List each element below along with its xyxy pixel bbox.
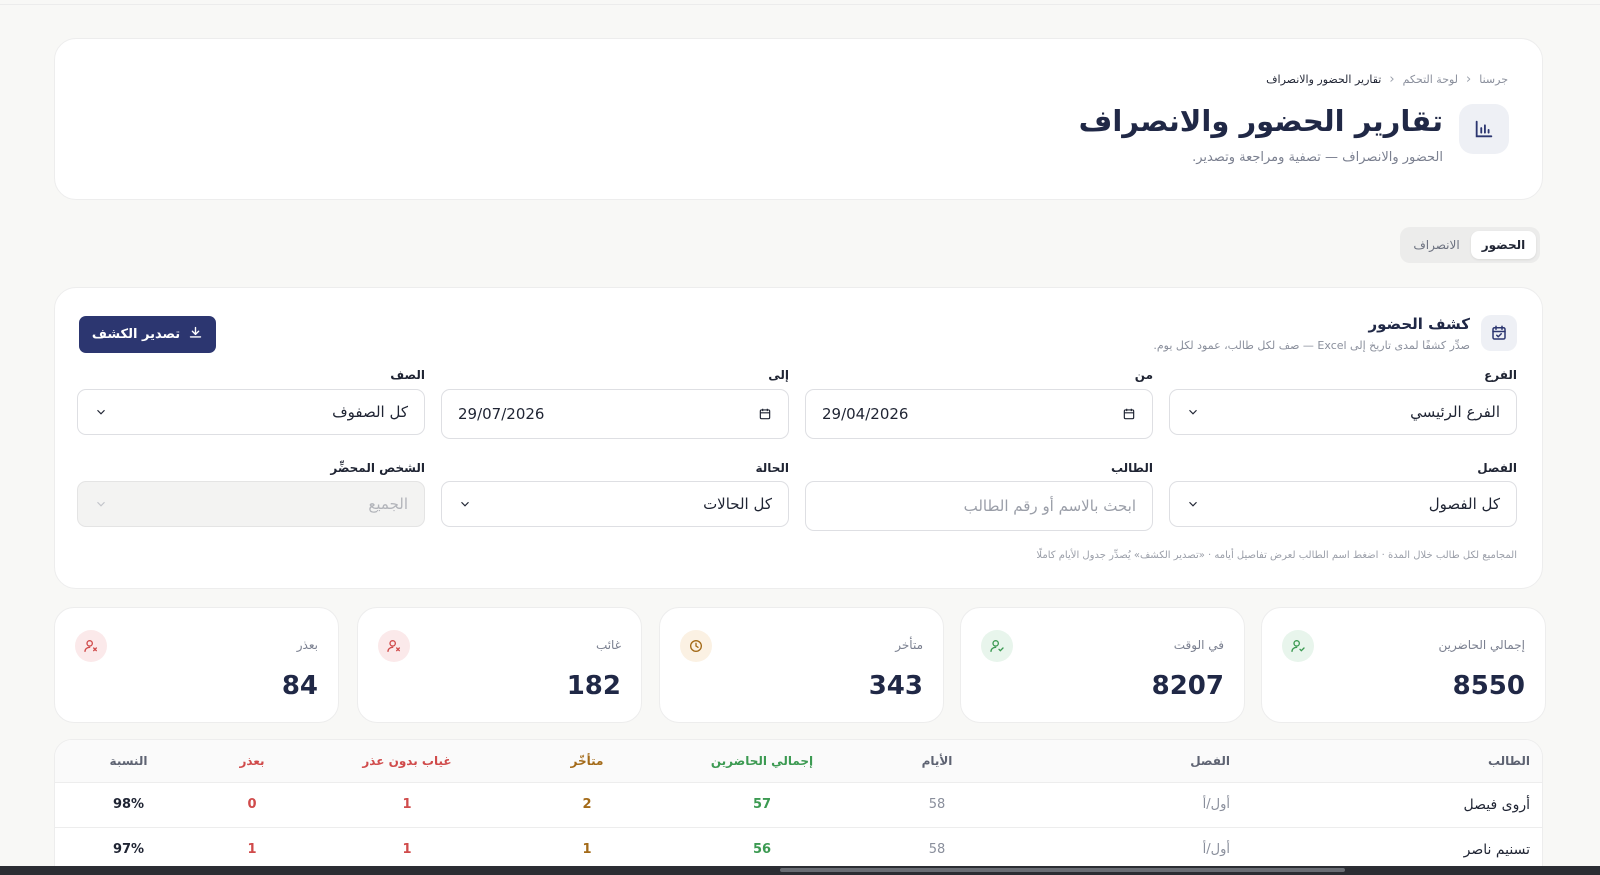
col-excused[interactable]: بعذر	[202, 740, 302, 783]
classroom-cell: أول/أ	[1012, 782, 1242, 828]
attendance-sheet-card: كشف الحضور صدِّر كشفًا لمدى تاريخ إلى Ex…	[54, 287, 1543, 589]
stat-card-late: متأخر 343	[659, 607, 944, 723]
stat-label: إجمالي الحاضرين	[1438, 638, 1526, 652]
table-header-row: الطالب الفصل الأيام إجمالي الحاضرين متأخ…	[55, 740, 1542, 783]
student-name[interactable]: أروى فيصل	[1242, 782, 1542, 828]
stat-label: متأخر	[895, 638, 923, 652]
attendance-table: الطالب الفصل الأيام إجمالي الحاضرين متأخ…	[55, 740, 1542, 873]
to-date-input[interactable]: 29/07/2026	[441, 389, 789, 439]
stat-value: 182	[566, 671, 621, 701]
col-student[interactable]: الطالب	[1242, 740, 1542, 783]
calendar-icon[interactable]	[1122, 407, 1136, 421]
report-type-tabs: الحضور الانصراف	[1400, 227, 1540, 263]
col-rate[interactable]: النسبة	[55, 740, 202, 783]
days-cell: 58	[862, 782, 1012, 828]
recorder-label: الشخص المحضِّر	[330, 461, 425, 475]
stat-value: 8550	[1452, 671, 1525, 701]
tab-departure[interactable]: الانصراف	[1404, 231, 1469, 259]
col-present[interactable]: إجمالي الحاضرين	[662, 740, 862, 783]
recorder-select-value: الجميع	[368, 495, 408, 513]
col-absent[interactable]: غياب بدون عذر	[302, 740, 512, 783]
user-x-icon	[75, 630, 107, 662]
breadcrumb-item-dashboard[interactable]: لوحة التحكم	[1403, 73, 1458, 86]
col-late[interactable]: متأخّر	[512, 740, 662, 783]
stat-label: بعذر	[296, 638, 318, 652]
stat-card-on-time: في الوقت 8207	[960, 607, 1245, 723]
export-sheet-button[interactable]: تصدير الكشف	[79, 316, 216, 353]
grade-select-value: كل الصفوف	[332, 403, 408, 421]
rate-cell: 98%	[55, 782, 202, 828]
section-title: كشف الحضور	[1368, 315, 1470, 333]
stat-value: 343	[868, 671, 923, 701]
stat-card-absent: غائب 182	[357, 607, 642, 723]
stat-value: 8207	[1151, 671, 1224, 701]
breadcrumb: جرسنا ‹ لوحة التحكم ‹ تقارير الحضور والا…	[1266, 72, 1508, 87]
stat-card-total-present: إجمالي الحاضرين 8550	[1261, 607, 1546, 723]
user-check-icon	[981, 630, 1013, 662]
classroom-select[interactable]: كل الفصول	[1169, 481, 1517, 527]
status-select[interactable]: كل الحالات	[441, 481, 789, 527]
chevron-left-icon: ‹	[1466, 72, 1472, 87]
late-cell: 2	[512, 782, 662, 828]
calendar-icon[interactable]	[758, 407, 772, 421]
branch-label: الفرع	[1484, 368, 1517, 382]
chevron-down-icon	[97, 409, 105, 415]
chevron-down-icon	[461, 501, 469, 507]
download-icon	[188, 325, 203, 344]
scrollbar-thumb[interactable]	[780, 868, 1345, 872]
col-classroom[interactable]: الفصل	[1012, 740, 1242, 783]
status-select-value: كل الحالات	[703, 495, 772, 513]
section-subtitle: صدِّر كشفًا لمدى تاريخ إلى Excel — صف لك…	[1153, 339, 1470, 352]
chevron-left-icon: ‹	[1389, 72, 1395, 87]
calendar-check-icon	[1481, 315, 1517, 351]
col-days[interactable]: الأيام	[862, 740, 1012, 783]
status-label: الحالة	[755, 461, 789, 475]
stat-label: غائب	[595, 638, 621, 652]
page-subtitle: الحضور والانصراف — تصفية ومراجعة وتصدير.	[1192, 150, 1443, 165]
top-divider	[0, 4, 1600, 5]
student-search-input[interactable]: ابحث بالاسم أو رقم الطالب	[805, 481, 1153, 531]
page-header-card: جرسنا ‹ لوحة التحكم ‹ تقارير الحضور والا…	[54, 38, 1543, 200]
classroom-label: الفصل	[1477, 461, 1517, 475]
from-date-label: من	[1134, 368, 1153, 382]
page-title: تقارير الحضور والانصراف	[1078, 104, 1443, 138]
stat-value: 84	[281, 671, 318, 701]
bar-chart-icon	[1459, 104, 1509, 154]
tab-attendance[interactable]: الحضور	[1471, 231, 1536, 259]
absent-cell: 1	[302, 782, 512, 828]
to-date-value: 29/07/2026	[458, 405, 545, 423]
breadcrumb-item-home[interactable]: جرسنا	[1479, 73, 1508, 86]
to-date-label: إلى	[768, 368, 789, 382]
chevron-down-icon	[97, 501, 105, 507]
student-label: الطالب	[1110, 461, 1153, 475]
excused-cell: 0	[202, 782, 302, 828]
user-x-icon	[378, 630, 410, 662]
table-row[interactable]: أروى فيصل أول/أ 58 57 2 1 0 98%	[55, 782, 1542, 828]
horizontal-scrollbar[interactable]	[0, 866, 1600, 875]
filters-hint: المجاميع لكل طالب خلال المدة · اضغط اسم …	[1036, 550, 1517, 561]
recorder-select: الجميع	[77, 481, 425, 527]
breadcrumb-item-current: تقارير الحضور والانصراف	[1266, 73, 1382, 86]
stat-card-excused: بعذر 84	[54, 607, 339, 723]
from-date-value: 29/04/2026	[822, 405, 909, 423]
grade-select[interactable]: كل الصفوف	[77, 389, 425, 435]
branch-select-value: الفرع الرئيسي	[1410, 403, 1500, 421]
present-cell: 57	[662, 782, 862, 828]
export-button-label: تصدير الكشف	[91, 327, 181, 342]
stat-label: في الوقت	[1173, 638, 1224, 652]
user-check-icon	[1282, 630, 1314, 662]
student-search-placeholder: ابحث بالاسم أو رقم الطالب	[963, 497, 1136, 515]
grade-label: الصف	[390, 368, 425, 382]
clock-icon	[680, 630, 712, 662]
branch-select[interactable]: الفرع الرئيسي	[1169, 389, 1517, 435]
chevron-down-icon	[1189, 409, 1197, 415]
from-date-input[interactable]: 29/04/2026	[805, 389, 1153, 439]
chevron-down-icon	[1189, 501, 1197, 507]
classroom-select-value: كل الفصول	[1428, 495, 1500, 513]
attendance-table-card: الطالب الفصل الأيام إجمالي الحاضرين متأخ…	[54, 739, 1543, 875]
